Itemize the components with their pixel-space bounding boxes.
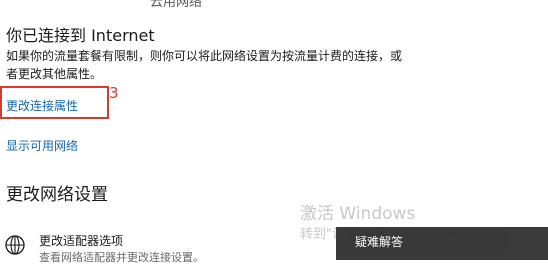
change-adapter-options-item[interactable]: 更改适配器选项 查看网络适配器并更改连接设置。	[4, 230, 284, 264]
troubleshoot-tooltip-label: 疑难解答	[355, 235, 404, 249]
change-network-settings-heading: 更改网络设置	[6, 185, 108, 205]
adapter-option-title: 更改适配器选项	[39, 234, 124, 248]
change-connection-properties-link[interactable]: 更改连接属性	[6, 97, 78, 114]
adapter-option-description: 查看网络适配器并更改连接设置。	[39, 251, 204, 264]
annotation-step-number: 3	[109, 84, 119, 102]
network-adapter-icon	[4, 234, 26, 256]
previous-section-fragment: 云用网络	[150, 0, 203, 10]
troubleshoot-tooltip: 疑难解答	[336, 227, 548, 260]
activation-watermark-title: 激活 Windows	[300, 204, 416, 224]
connection-status-description: 如果你的流量套餐有限制，则你可以将此网络设置为按流量计费的连接，或者更改其他属性…	[6, 49, 403, 81]
connection-status-heading: 你已连接到 Internet	[6, 26, 155, 45]
show-available-networks-link[interactable]: 显示可用网络	[6, 137, 78, 154]
